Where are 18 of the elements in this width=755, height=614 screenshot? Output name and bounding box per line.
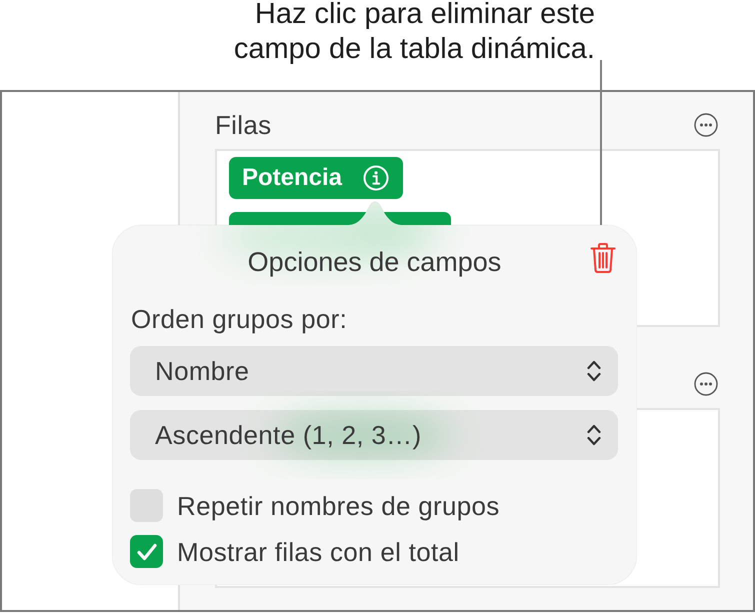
delete-icon[interactable] [590, 243, 616, 273]
sort-label: Orden grupos por: [130, 304, 348, 334]
field-name: Potencia [242, 163, 342, 193]
checkbox[interactable] [130, 535, 163, 568]
checkbox-label: Mostrar filas con el total [177, 536, 460, 566]
more-options-icon[interactable] [694, 113, 718, 137]
chevron-up-down-icon [587, 424, 601, 446]
checkmark-icon [136, 542, 156, 560]
callout-text: Haz clic para eliminar este campo de la tabla dinámica. [234, 0, 595, 67]
popover-title: Opciones de campos [248, 246, 502, 278]
popup-menu[interactable]: Ascendente (1, 2, 3…) [130, 410, 618, 460]
info-icon[interactable] [363, 165, 389, 191]
chevron-up-down-icon [587, 360, 601, 382]
checkbox-label: Repetir nombres de grupos [177, 490, 500, 520]
popup-menu[interactable]: Nombre [130, 346, 618, 396]
checkbox[interactable] [130, 489, 163, 522]
more-options-icon[interactable] [694, 372, 718, 396]
section-label: Filas [215, 110, 272, 140]
